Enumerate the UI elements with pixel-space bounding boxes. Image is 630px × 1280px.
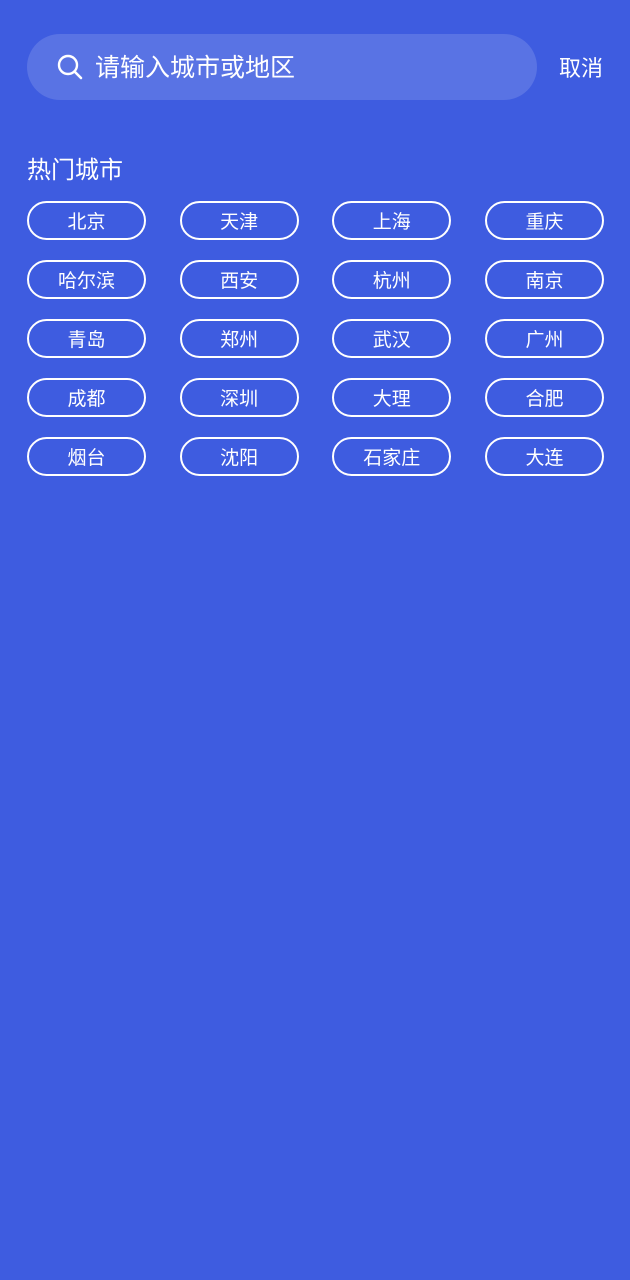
city-chip-yantai[interactable]: 烟台 — [27, 437, 146, 476]
city-chip-shenyang[interactable]: 沈阳 — [179, 437, 299, 476]
city-chip-hangzhou[interactable]: 杭州 — [332, 260, 452, 299]
city-chip-zhengzhou[interactable]: 郑州 — [179, 319, 299, 358]
city-chip-nanjing[interactable]: 南京 — [484, 260, 604, 299]
city-chip-dali[interactable]: 大理 — [332, 378, 452, 417]
search-input[interactable] — [95, 47, 495, 87]
city-chip-chengdu[interactable]: 成都 — [27, 378, 146, 417]
city-chip-wuhan[interactable]: 武汉 — [332, 319, 452, 358]
cancel-button[interactable]: 取消 — [559, 51, 603, 83]
city-chip-shanghai[interactable]: 上海 — [332, 201, 452, 240]
city-chip-dalian[interactable]: 大连 — [484, 437, 604, 476]
city-chip-shenzhen[interactable]: 深圳 — [179, 378, 299, 417]
search-box[interactable] — [27, 34, 537, 100]
city-chip-harbin[interactable]: 哈尔滨 — [27, 260, 146, 299]
hot-cities-title: 热门城市 — [27, 156, 123, 184]
city-chip-guangzhou[interactable]: 广州 — [484, 319, 604, 358]
city-chip-xian[interactable]: 西安 — [179, 260, 299, 299]
city-chip-qingdao[interactable]: 青岛 — [27, 319, 146, 358]
city-chip-tianjin[interactable]: 天津 — [179, 201, 299, 240]
hot-cities-grid: 北京 天津 上海 重庆 哈尔滨 西安 杭州 南京 青岛 郑州 武汉 广州 成都 … — [27, 201, 604, 476]
city-chip-hefei[interactable]: 合肥 — [484, 378, 604, 417]
search-icon — [55, 52, 85, 82]
search-row: 取消 — [27, 34, 603, 100]
city-chip-chongqing[interactable]: 重庆 — [484, 201, 604, 240]
city-chip-shijiazhuang[interactable]: 石家庄 — [332, 437, 452, 476]
city-chip-beijing[interactable]: 北京 — [27, 201, 146, 240]
city-search-screen: 取消 热门城市 北京 天津 上海 重庆 哈尔滨 西安 杭州 南京 青岛 郑州 武… — [0, 0, 630, 1280]
